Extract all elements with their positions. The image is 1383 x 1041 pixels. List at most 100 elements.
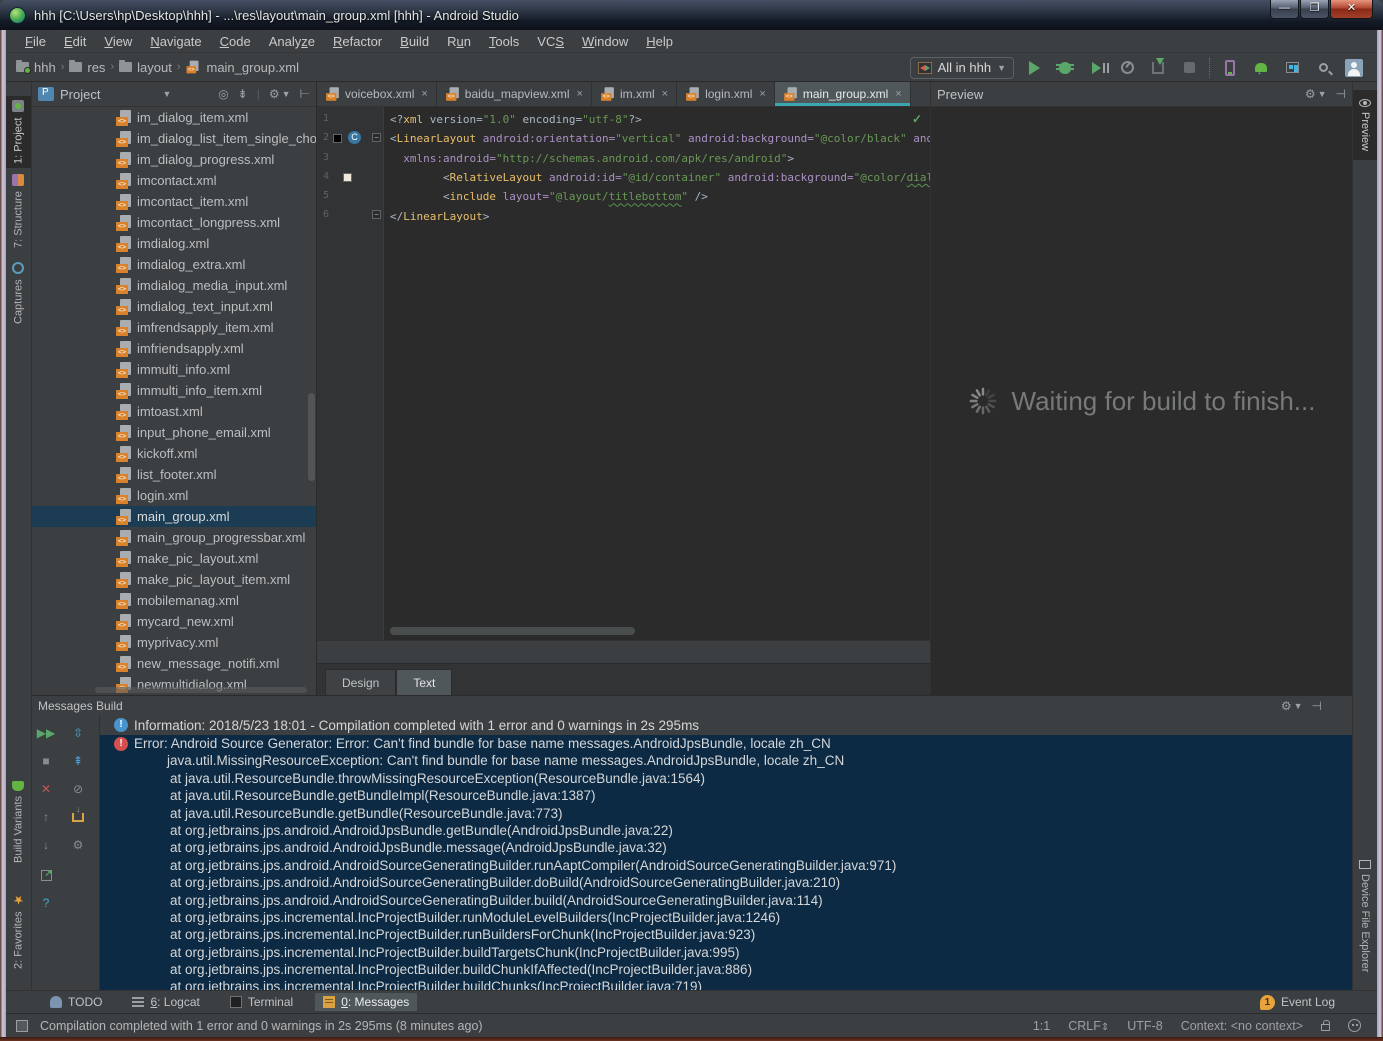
previous-message-button[interactable]: ↑ — [38, 809, 54, 825]
messages-settings-gear-icon[interactable]: ⚙ ▼ — [1281, 699, 1303, 713]
project-tree-vertical-scrollbar[interactable] — [308, 393, 315, 481]
tool-tab-device-file-explorer[interactable]: Device File Explorer — [1353, 850, 1377, 982]
preview-settings-gear-icon[interactable]: ⚙ ▼ — [1305, 87, 1327, 101]
breadcrumb-item-hhh[interactable]: hhh — [16, 60, 56, 75]
breadcrumb-item-main-group-xml[interactable]: <> main_group.xml — [185, 59, 299, 75]
line-separator-indicator[interactable]: CRLF⇕ — [1068, 1019, 1109, 1033]
stack-line[interactable]: at org.jetbrains.jps.android.AndroidSour… — [100, 874, 1352, 891]
collapse-all-icon[interactable]: ⇞ — [70, 753, 86, 769]
menu-edit[interactable]: Edit — [55, 32, 95, 51]
breadcrumb-item-res[interactable]: res — [69, 60, 105, 75]
sdk-manager-button[interactable] — [1250, 57, 1272, 79]
jump-to-source-button[interactable] — [38, 867, 54, 883]
tree-item-imdialog-extra-xml[interactable]: <> imdialog_extra.xml — [32, 254, 316, 275]
tab-close-icon[interactable]: × — [759, 88, 765, 100]
hide-panel-icon[interactable]: ⊢ — [300, 87, 310, 101]
error-selection-block[interactable]: ! Error: Android Source Generator: Error:… — [100, 735, 1352, 990]
help-button[interactable]: ? — [38, 895, 54, 911]
gutter-badge-icon[interactable]: C — [348, 131, 361, 145]
tree-item-immulti-info-item-xml[interactable]: <> immulti_info_item.xml — [32, 380, 316, 401]
tree-item-imtoast-xml[interactable]: <> imtoast.xml — [32, 401, 316, 422]
export-to-file-button[interactable] — [70, 804, 86, 825]
menu-run[interactable]: Run — [438, 32, 480, 51]
rerun-build-button[interactable]: ▶▶ — [37, 725, 55, 741]
editor-tab-baidu-mapview-xml[interactable]: <> baidu_mapview.xml × — [437, 82, 592, 106]
tool-window-button-0-messages[interactable]: 0: Messages — [315, 993, 418, 1011]
run-with-coverage-button[interactable] — [1085, 57, 1107, 79]
tool-window-button-6-logcat[interactable]: 6: Logcat — [124, 993, 207, 1011]
build-info-row[interactable]: ! Information: 2018/5/23 18:01 - Compila… — [100, 715, 1352, 735]
code-line[interactable]: 5 <include layout="@layout/titlebottom" … — [317, 187, 930, 206]
tool-tab-build-variants[interactable]: Build Variants — [6, 774, 31, 870]
tree-item-make-pic-layout-xml[interactable]: <> make_pic_layout.xml — [32, 548, 316, 569]
tool-window-button-terminal[interactable]: Terminal — [222, 993, 301, 1011]
tree-item-imfrendsapply-item-xml[interactable]: <> imfrendsapply_item.xml — [32, 317, 316, 338]
expand-all-icon[interactable]: ⇳ — [70, 725, 86, 741]
messages-hide-icon[interactable]: ⊣ — [1312, 699, 1322, 713]
menu-navigate[interactable]: Navigate — [141, 32, 210, 51]
stack-line[interactable]: ! Error: Android Source Generator: Error:… — [100, 735, 1352, 752]
maximize-button[interactable]: ❐ — [1300, 0, 1329, 19]
menu-view[interactable]: View — [95, 32, 141, 51]
tree-item-kickoff-xml[interactable]: <> kickoff.xml — [32, 443, 316, 464]
color-preview-swatch[interactable] — [343, 172, 352, 182]
run-button[interactable] — [1023, 57, 1045, 79]
stack-line[interactable]: at org.jetbrains.jps.incremental.IncProj… — [100, 926, 1352, 943]
close-button[interactable]: ✕ — [1330, 0, 1373, 19]
tree-item-mycard-new-xml[interactable]: <> mycard_new.xml — [32, 611, 316, 632]
tree-item-imfriendsapply-xml[interactable]: <> imfriendsapply.xml — [32, 338, 316, 359]
project-tree[interactable]: <> im_dialog_item.xml <> im_dialog_list_ite… — [32, 107, 316, 695]
tree-item-make-pic-layout-item-xml[interactable]: <> make_pic_layout_item.xml — [32, 569, 316, 590]
caret-position[interactable]: 1:1 — [1033, 1019, 1050, 1033]
tree-item-im-dialog-list-item-single-choice[interactable]: <> im_dialog_list_item_single_choice — [32, 128, 316, 149]
fold-marker-icon[interactable]: − — [372, 210, 381, 220]
avd-manager-button[interactable] — [1219, 57, 1241, 79]
project-settings-gear-icon[interactable]: ⚙ ▼ — [269, 87, 291, 101]
editor-tab-voicebox-xml[interactable]: <> voicebox.xml × — [317, 82, 437, 106]
code-line[interactable]: 2 C − <LinearLayout android:orientation="ve… — [317, 129, 930, 148]
tool-tab-project[interactable]: 1: Project — [6, 96, 31, 168]
tab-close-icon[interactable]: × — [421, 88, 427, 100]
project-structure-button[interactable] — [1281, 57, 1303, 79]
tree-item-imcontact-longpress-xml[interactable]: <> imcontact_longpress.xml — [32, 212, 316, 233]
editor-tab-login-xml[interactable]: <> login.xml × — [677, 82, 775, 106]
tree-item-imdialog-text-input-xml[interactable]: <> imdialog_text_input.xml — [32, 296, 316, 317]
code-line[interactable]: 3 xmlns:android="http://schemas.android.… — [317, 149, 930, 168]
tree-item-input-phone-email-xml[interactable]: <> input_phone_email.xml — [32, 422, 316, 443]
tool-tab-captures[interactable]: Captures — [6, 254, 31, 332]
tree-item-immulti-info-xml[interactable]: <> immulti_info.xml — [32, 359, 316, 380]
editor-tab-im-xml[interactable]: <> im.xml × — [592, 82, 678, 106]
encoding-indicator[interactable]: UTF-8 — [1127, 1019, 1162, 1033]
menu-file[interactable]: File — [16, 32, 55, 51]
tool-window-button-todo[interactable]: TODO — [42, 993, 110, 1011]
menu-vcs[interactable]: VCS — [528, 32, 573, 51]
title-bar[interactable]: hhh [C:\Users\hp\Desktop\hhh] - ...\res\… — [0, 0, 1383, 30]
editor-horizontal-scrollbar[interactable] — [390, 627, 635, 635]
tab-close-icon[interactable]: × — [895, 88, 901, 100]
collapse-all-icon[interactable]: ⇟ — [238, 87, 248, 101]
stack-line[interactable]: at java.util.ResourceBundle.getBundleImp… — [100, 787, 1352, 804]
tree-item-login-xml[interactable]: <> login.xml — [32, 485, 316, 506]
stack-line[interactable]: at org.jetbrains.jps.incremental.IncProj… — [100, 978, 1352, 990]
context-indicator[interactable]: Context: <no context> — [1181, 1019, 1303, 1033]
lock-icon[interactable] — [1321, 1019, 1330, 1031]
code-line[interactable]: 1 <?xml version="1.0" encoding="utf-8"?> — [317, 110, 930, 129]
tree-item-mobilemanag-xml[interactable]: <> mobilemanag.xml — [32, 590, 316, 611]
profiler-button[interactable] — [1116, 57, 1138, 79]
stop-build-button[interactable]: ■ — [38, 753, 54, 769]
tab-design[interactable]: Design — [325, 669, 397, 695]
menu-help[interactable]: Help — [637, 32, 682, 51]
hide-warnings-icon[interactable]: ⊘ — [70, 781, 86, 797]
preview-hide-icon[interactable]: ⊣ — [1336, 87, 1346, 101]
tree-item-imcontact-item-xml[interactable]: <> imcontact_item.xml — [32, 191, 316, 212]
menu-tools[interactable]: Tools — [480, 32, 528, 51]
highlighting-level-icon[interactable] — [1348, 1019, 1361, 1032]
tree-item-imcontact-xml[interactable]: <> imcontact.xml — [32, 170, 316, 191]
tool-tab-preview[interactable]: Preview — [1353, 90, 1377, 160]
menu-build[interactable]: Build — [391, 32, 438, 51]
code-editor[interactable]: 1 <?xml version="1.0" encoding="utf-8"?> 2… — [317, 107, 930, 640]
stack-line[interactable]: at org.jetbrains.jps.incremental.IncProj… — [100, 961, 1352, 978]
color-preview-swatch[interactable] — [333, 134, 342, 144]
stack-line[interactable]: at java.util.ResourceBundle.throwMissing… — [100, 770, 1352, 787]
search-everywhere-button[interactable] — [1312, 57, 1334, 79]
